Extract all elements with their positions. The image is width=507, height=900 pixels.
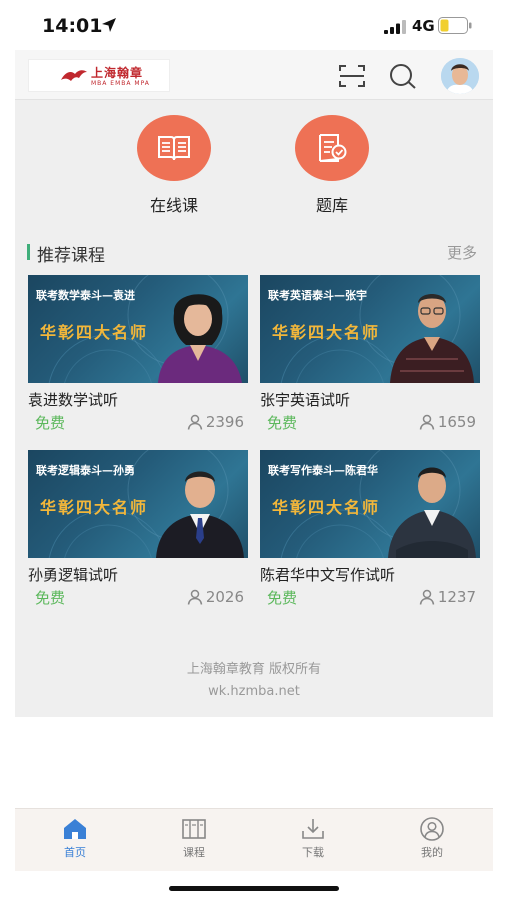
- logo-title: 上海翰章: [91, 66, 144, 80]
- user-icon: [419, 589, 435, 605]
- course-views: 2026: [187, 588, 244, 606]
- course-thumbnail: 联考写作泰斗—陈君华 华彰四大名师: [260, 450, 480, 558]
- phone-screen: 14:01 4G 上海翰章 MBA EMBA MPA 在线课 题库 推荐课程 更…: [0, 0, 507, 900]
- brand-logo[interactable]: 上海翰章 MBA EMBA MPA: [28, 59, 170, 92]
- avatar[interactable]: [441, 58, 479, 94]
- avatar-portrait: [441, 58, 479, 94]
- view-count: 1659: [437, 413, 476, 431]
- entry-online-course[interactable]: 在线课: [129, 115, 219, 216]
- thumbnail-slogan: 华彰四大名师: [272, 323, 381, 342]
- tab-profile[interactable]: 我的: [402, 817, 462, 860]
- tab-course[interactable]: 课程: [164, 817, 224, 860]
- download-icon: [302, 819, 324, 839]
- status-time: 14:01: [42, 15, 103, 37]
- course-price: 免费: [267, 414, 298, 432]
- entry-question-bank[interactable]: 题库: [287, 115, 377, 216]
- thumbnail-subtitle: 联考数学泰斗—袁进: [36, 289, 135, 302]
- exam-paper-icon: [319, 134, 347, 162]
- search-icon[interactable]: [389, 63, 417, 89]
- teacher-portrait: [388, 467, 476, 558]
- site-url[interactable]: wk.hzmba.net: [15, 684, 493, 699]
- course-card-math[interactable]: 联考数学泰斗—袁进 华彰四大名师 袁进数学试听 免费 2396: [28, 275, 248, 437]
- course-meta: 免费 1659: [260, 412, 480, 434]
- home-indicator: [169, 886, 339, 891]
- thumbnail-subtitle: 联考英语泰斗—张宇: [268, 289, 367, 302]
- course-thumbnail: 联考数学泰斗—袁进 华彰四大名师: [28, 275, 248, 383]
- course-title: 孙勇逻辑试听: [28, 566, 119, 584]
- open-book-icon: [158, 136, 190, 161]
- teacher-portrait: [390, 294, 474, 383]
- section-title: 推荐课程: [37, 246, 105, 266]
- course-icon: [182, 819, 206, 839]
- user-icon: [419, 414, 435, 430]
- view-count: 2396: [205, 413, 244, 431]
- thumbnail-slogan: 华彰四大名师: [40, 323, 149, 342]
- course-meta: 免费 2026: [28, 587, 248, 609]
- thumbnail-slogan: 华彰四大名师: [40, 498, 149, 517]
- signal-icon: [384, 20, 406, 34]
- entry-circle: [137, 115, 211, 181]
- entry-circle: [295, 115, 369, 181]
- view-count: 1237: [437, 588, 476, 606]
- battery-icon: [438, 17, 472, 34]
- entry-label: 在线课: [149, 196, 198, 215]
- tab-label: 下载: [302, 846, 324, 859]
- course-price: 免费: [267, 589, 298, 607]
- course-meta: 免费 1237: [260, 587, 480, 609]
- course-views: 1659: [419, 413, 476, 431]
- app-content: 上海翰章 MBA EMBA MPA 在线课 题库 推荐课程 更多 联考数学泰斗—…: [15, 50, 493, 717]
- course-price: 免费: [35, 414, 66, 432]
- thumbnail-subtitle: 联考逻辑泰斗—孙勇: [36, 464, 135, 477]
- course-title: 陈君华中文写作试听: [260, 566, 396, 584]
- status-bar: 14:01 4G: [0, 0, 507, 50]
- tab-label: 课程: [183, 846, 205, 859]
- course-views: 2396: [187, 413, 244, 431]
- location-arrow-icon: [102, 18, 116, 32]
- section-header: 推荐课程 更多: [27, 241, 477, 266]
- bottom-tab-bar: 首页 课程 下载 我的: [15, 808, 493, 871]
- course-price: 免费: [35, 589, 66, 607]
- thumbnail-subtitle: 联考写作泰斗—陈君华: [268, 464, 378, 477]
- tab-download[interactable]: 下载: [283, 817, 343, 860]
- tab-label: 首页: [64, 846, 86, 859]
- course-card-writing[interactable]: 联考写作泰斗—陈君华 华彰四大名师 陈君华中文写作试听 免费 1237: [260, 450, 480, 612]
- user-icon: [187, 414, 203, 430]
- course-card-logic[interactable]: 联考逻辑泰斗—孙勇 华彰四大名师 孙勇逻辑试听 免费 2026: [28, 450, 248, 612]
- app-header: 上海翰章 MBA EMBA MPA: [15, 50, 493, 100]
- course-title: 张宇英语试听: [260, 391, 351, 409]
- course-views: 1237: [419, 588, 476, 606]
- home-icon: [64, 819, 86, 839]
- tab-label: 我的: [421, 846, 443, 859]
- course-thumbnail: 联考英语泰斗—张宇 华彰四大名师: [260, 275, 480, 383]
- logo-subtitle: MBA EMBA MPA: [91, 80, 150, 87]
- profile-icon: [420, 817, 444, 841]
- section-accent-bar: [27, 244, 30, 260]
- copyright-text: 上海翰章教育 版权所有: [186, 662, 322, 677]
- teacher-portrait: [158, 294, 242, 383]
- teacher-portrait: [156, 471, 244, 558]
- network-label: 4G: [412, 17, 435, 35]
- course-meta: 免费 2396: [28, 412, 248, 434]
- horse-logo-icon: [61, 70, 87, 81]
- user-icon: [187, 589, 203, 605]
- course-card-english[interactable]: 联考英语泰斗—张宇 华彰四大名师 张宇英语试听 免费 1659: [260, 275, 480, 437]
- scan-icon[interactable]: [339, 64, 365, 88]
- tab-home[interactable]: 首页: [45, 817, 105, 860]
- more-link[interactable]: 更多: [447, 242, 477, 263]
- view-count: 2026: [205, 588, 244, 606]
- thumbnail-slogan: 华彰四大名师: [272, 498, 381, 517]
- course-title: 袁进数学试听: [28, 391, 119, 409]
- entry-label: 题库: [315, 196, 348, 215]
- course-thumbnail: 联考逻辑泰斗—孙勇 华彰四大名师: [28, 450, 248, 558]
